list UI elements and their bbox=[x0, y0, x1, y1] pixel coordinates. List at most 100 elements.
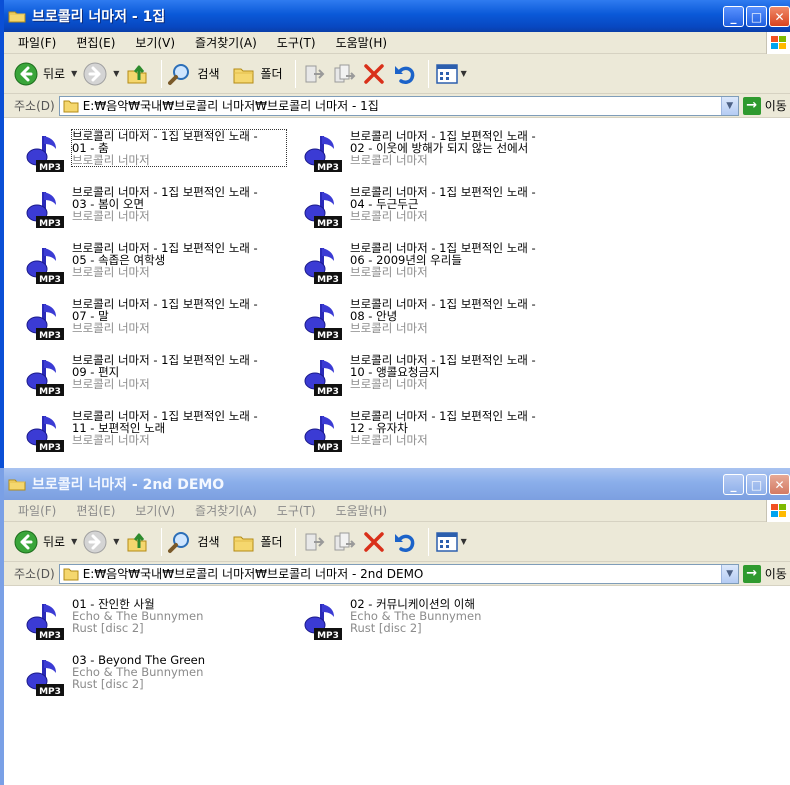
menu-edit[interactable]: 편집(E) bbox=[76, 502, 115, 519]
file-album: Rust [disc 2] bbox=[72, 621, 144, 635]
file-item[interactable]: MP3 브로콜리 너마저 - 1집 보편적인 노래 -09 - 편지 브로콜리 너마… bbox=[12, 348, 282, 398]
chevron-down-icon[interactable]: ▼ bbox=[71, 537, 77, 546]
search-button[interactable]: 검색 bbox=[168, 62, 220, 86]
chevron-down-icon[interactable]: ▼ bbox=[113, 537, 119, 546]
file-item[interactable]: MP3 브로콜리 너마저 - 1집 보편적인 노래 -03 - 봄이 오면 브로콜리… bbox=[12, 180, 282, 230]
title-bar[interactable]: 브로콜리 너마저 - 1집 _ □ ✕ bbox=[4, 0, 790, 32]
forward-button[interactable]: ▼ bbox=[83, 530, 119, 554]
move-to-button[interactable] bbox=[302, 62, 326, 86]
file-item[interactable]: MP3 브로콜리 너마저 - 1집 보편적인 노래 -07 - 말 브로콜리 너마저 bbox=[12, 292, 282, 342]
file-item[interactable]: MP3 02 - 커뮤니케이션의 이해 Echo & The Bunnymen Rus… bbox=[290, 592, 560, 642]
menu-bar: 파일(F) 편집(E) 보기(V) 즐겨찾기(A) 도구(T) 도움말(H) bbox=[4, 32, 790, 54]
close-button[interactable]: ✕ bbox=[769, 474, 790, 495]
file-artist: 브로콜리 너마저 bbox=[350, 153, 428, 167]
go-label: 이동 bbox=[764, 99, 787, 113]
delete-icon bbox=[363, 531, 384, 552]
toolbar-separator bbox=[427, 527, 429, 556]
back-button[interactable]: 뒤로 ▼ bbox=[14, 530, 77, 554]
menu-tools[interactable]: 도구(T) bbox=[277, 34, 316, 51]
back-label: 뒤로 bbox=[43, 67, 66, 81]
minimize-button[interactable]: _ bbox=[723, 474, 744, 495]
go-button[interactable]: → 이동 bbox=[742, 564, 787, 583]
file-text: 브로콜리 너마저 - 1집 보편적인 노래 -04 - 두근두근 브로콜리 너마저 bbox=[350, 186, 564, 222]
copy-to-button[interactable] bbox=[332, 530, 356, 554]
mp3-file-icon: MP3 bbox=[26, 360, 64, 396]
maximize-button[interactable]: □ bbox=[746, 6, 767, 27]
folder-icon bbox=[8, 479, 26, 491]
menu-help[interactable]: 도움말(H) bbox=[336, 34, 388, 51]
file-item[interactable]: MP3 브로콜리 너마저 - 1집 보편적인 노래 -06 - 2009년의 우리… bbox=[290, 236, 560, 286]
file-item[interactable]: MP3 브로콜리 너마저 - 1집 보편적인 노래 -02 - 이웃에 방해가 되… bbox=[290, 124, 560, 174]
mp3-badge-label: MP3 bbox=[317, 219, 339, 228]
address-field[interactable]: E:₩음악₩국내₩브로콜리 너마저₩브로콜리 너마저 - 1집 ▼ bbox=[58, 95, 739, 116]
menu-edit[interactable]: 편집(E) bbox=[76, 34, 115, 51]
menu-favorites[interactable]: 즐겨찾기(A) bbox=[195, 34, 257, 51]
menu-view[interactable]: 보기(V) bbox=[135, 34, 175, 51]
folders-button[interactable]: 폴더 bbox=[232, 62, 283, 86]
copy-to-icon bbox=[334, 532, 356, 550]
mp3-badge-label: MP3 bbox=[39, 687, 61, 696]
menu-bar: 파일(F) 편집(E) 보기(V) 즐겨찾기(A) 도구(T) 도움말(H) bbox=[4, 500, 790, 522]
move-to-button[interactable] bbox=[302, 530, 326, 554]
chevron-down-icon[interactable]: ▼ bbox=[720, 96, 738, 115]
mp3-file-icon: MP3 bbox=[26, 192, 64, 228]
windows-logo-icon bbox=[766, 32, 790, 54]
explorer-window-1: 브로콜리 너마저 - 1집 _ □ ✕ 파일(F) 편집(E) 보기(V) 즐겨… bbox=[0, 0, 790, 468]
folders-label: 폴더 bbox=[260, 67, 283, 81]
file-item[interactable]: MP3 03 - Beyond The Green Echo & The Bunny… bbox=[12, 648, 282, 698]
views-button[interactable]: ▼ bbox=[435, 62, 467, 86]
file-item[interactable]: MP3 브로콜리 너마저 - 1집 보편적인 노래 -05 - 속좁은 여학생 브로… bbox=[12, 236, 282, 286]
forward-button[interactable]: ▼ bbox=[83, 62, 119, 86]
file-item[interactable]: MP3 브로콜리 너마저 - 1집 보편적인 노래 -12 - 유자차 브로콜리 너… bbox=[290, 404, 560, 454]
mp3-file-icon: MP3 bbox=[304, 360, 342, 396]
file-text: 02 - 커뮤니케이션의 이해 Echo & The Bunnymen Rust [… bbox=[350, 598, 564, 634]
mp3-file-icon: MP3 bbox=[304, 248, 342, 284]
up-folder-button[interactable] bbox=[125, 62, 149, 86]
close-button[interactable]: ✕ bbox=[769, 6, 790, 27]
delete-button[interactable] bbox=[362, 530, 386, 554]
minimize-button[interactable]: _ bbox=[723, 6, 744, 27]
go-button[interactable]: → 이동 bbox=[742, 96, 787, 115]
chevron-down-icon[interactable]: ▼ bbox=[461, 69, 467, 78]
menu-file[interactable]: 파일(F) bbox=[18, 502, 56, 519]
views-button[interactable]: ▼ bbox=[435, 530, 467, 554]
up-folder-button[interactable] bbox=[125, 530, 149, 554]
chevron-down-icon[interactable]: ▼ bbox=[113, 69, 119, 78]
menu-tools[interactable]: 도구(T) bbox=[277, 502, 316, 519]
file-artist: 브로콜리 너마저 bbox=[350, 433, 428, 447]
file-item[interactable]: MP3 브로콜리 너마저 - 1집 보편적인 노래 -11 - 보편적인 노래 브로… bbox=[12, 404, 282, 454]
mp3-badge-label: MP3 bbox=[317, 443, 339, 452]
folders-button[interactable]: 폴더 bbox=[232, 530, 283, 554]
mp3-file-icon: MP3 bbox=[26, 304, 64, 340]
file-item[interactable]: MP3 브로콜리 너마저 - 1집 보편적인 노래 -01 - 춤 브로콜리 너마저 bbox=[12, 124, 287, 174]
mp3-file-icon: MP3 bbox=[26, 248, 64, 284]
address-field[interactable]: E:₩음악₩국내₩브로콜리 너마저₩브로콜리 너마저 - 2nd DEMO ▼ bbox=[58, 563, 739, 584]
toolbar-separator bbox=[427, 59, 429, 88]
file-text: 브로콜리 너마저 - 1집 보편적인 노래 -03 - 봄이 오면 브로콜리 너마… bbox=[72, 186, 286, 222]
menu-help[interactable]: 도움말(H) bbox=[336, 502, 388, 519]
menu-favorites[interactable]: 즐겨찾기(A) bbox=[195, 502, 257, 519]
folders-icon bbox=[233, 536, 253, 551]
chevron-down-icon[interactable]: ▼ bbox=[461, 537, 467, 546]
undo-button[interactable] bbox=[392, 62, 416, 86]
file-item[interactable]: MP3 브로콜리 너마저 - 1집 보편적인 노래 -04 - 두근두근 브로콜리 … bbox=[290, 180, 560, 230]
chevron-down-icon[interactable]: ▼ bbox=[720, 564, 738, 583]
file-item[interactable]: MP3 브로콜리 너마저 - 1집 보편적인 노래 -10 - 앵콜요청금지 브로콜… bbox=[290, 348, 560, 398]
mp3-file-icon: MP3 bbox=[304, 416, 342, 452]
undo-button[interactable] bbox=[392, 530, 416, 554]
window-title: 브로콜리 너마저 - 1집 bbox=[32, 9, 166, 25]
mp3-file-icon: MP3 bbox=[304, 604, 342, 640]
title-bar[interactable]: 브로콜리 너마저 - 2nd DEMO _ □ ✕ bbox=[4, 468, 790, 500]
chevron-down-icon[interactable]: ▼ bbox=[71, 69, 77, 78]
back-button[interactable]: 뒤로 ▼ bbox=[14, 62, 77, 86]
file-item[interactable]: MP3 01 - 잔인한 사월 Echo & The Bunnymen Rust [d… bbox=[12, 592, 282, 642]
search-button[interactable]: 검색 bbox=[168, 530, 220, 554]
copy-to-button[interactable] bbox=[332, 62, 356, 86]
mp3-file-icon: MP3 bbox=[26, 136, 64, 172]
menu-view[interactable]: 보기(V) bbox=[135, 502, 175, 519]
delete-button[interactable] bbox=[362, 62, 386, 86]
mp3-badge-label: MP3 bbox=[39, 219, 61, 228]
maximize-button[interactable]: □ bbox=[746, 474, 767, 495]
menu-file[interactable]: 파일(F) bbox=[18, 34, 56, 51]
file-item[interactable]: MP3 브로콜리 너마저 - 1집 보편적인 노래 -08 - 안녕 브로콜리 너마… bbox=[290, 292, 560, 342]
